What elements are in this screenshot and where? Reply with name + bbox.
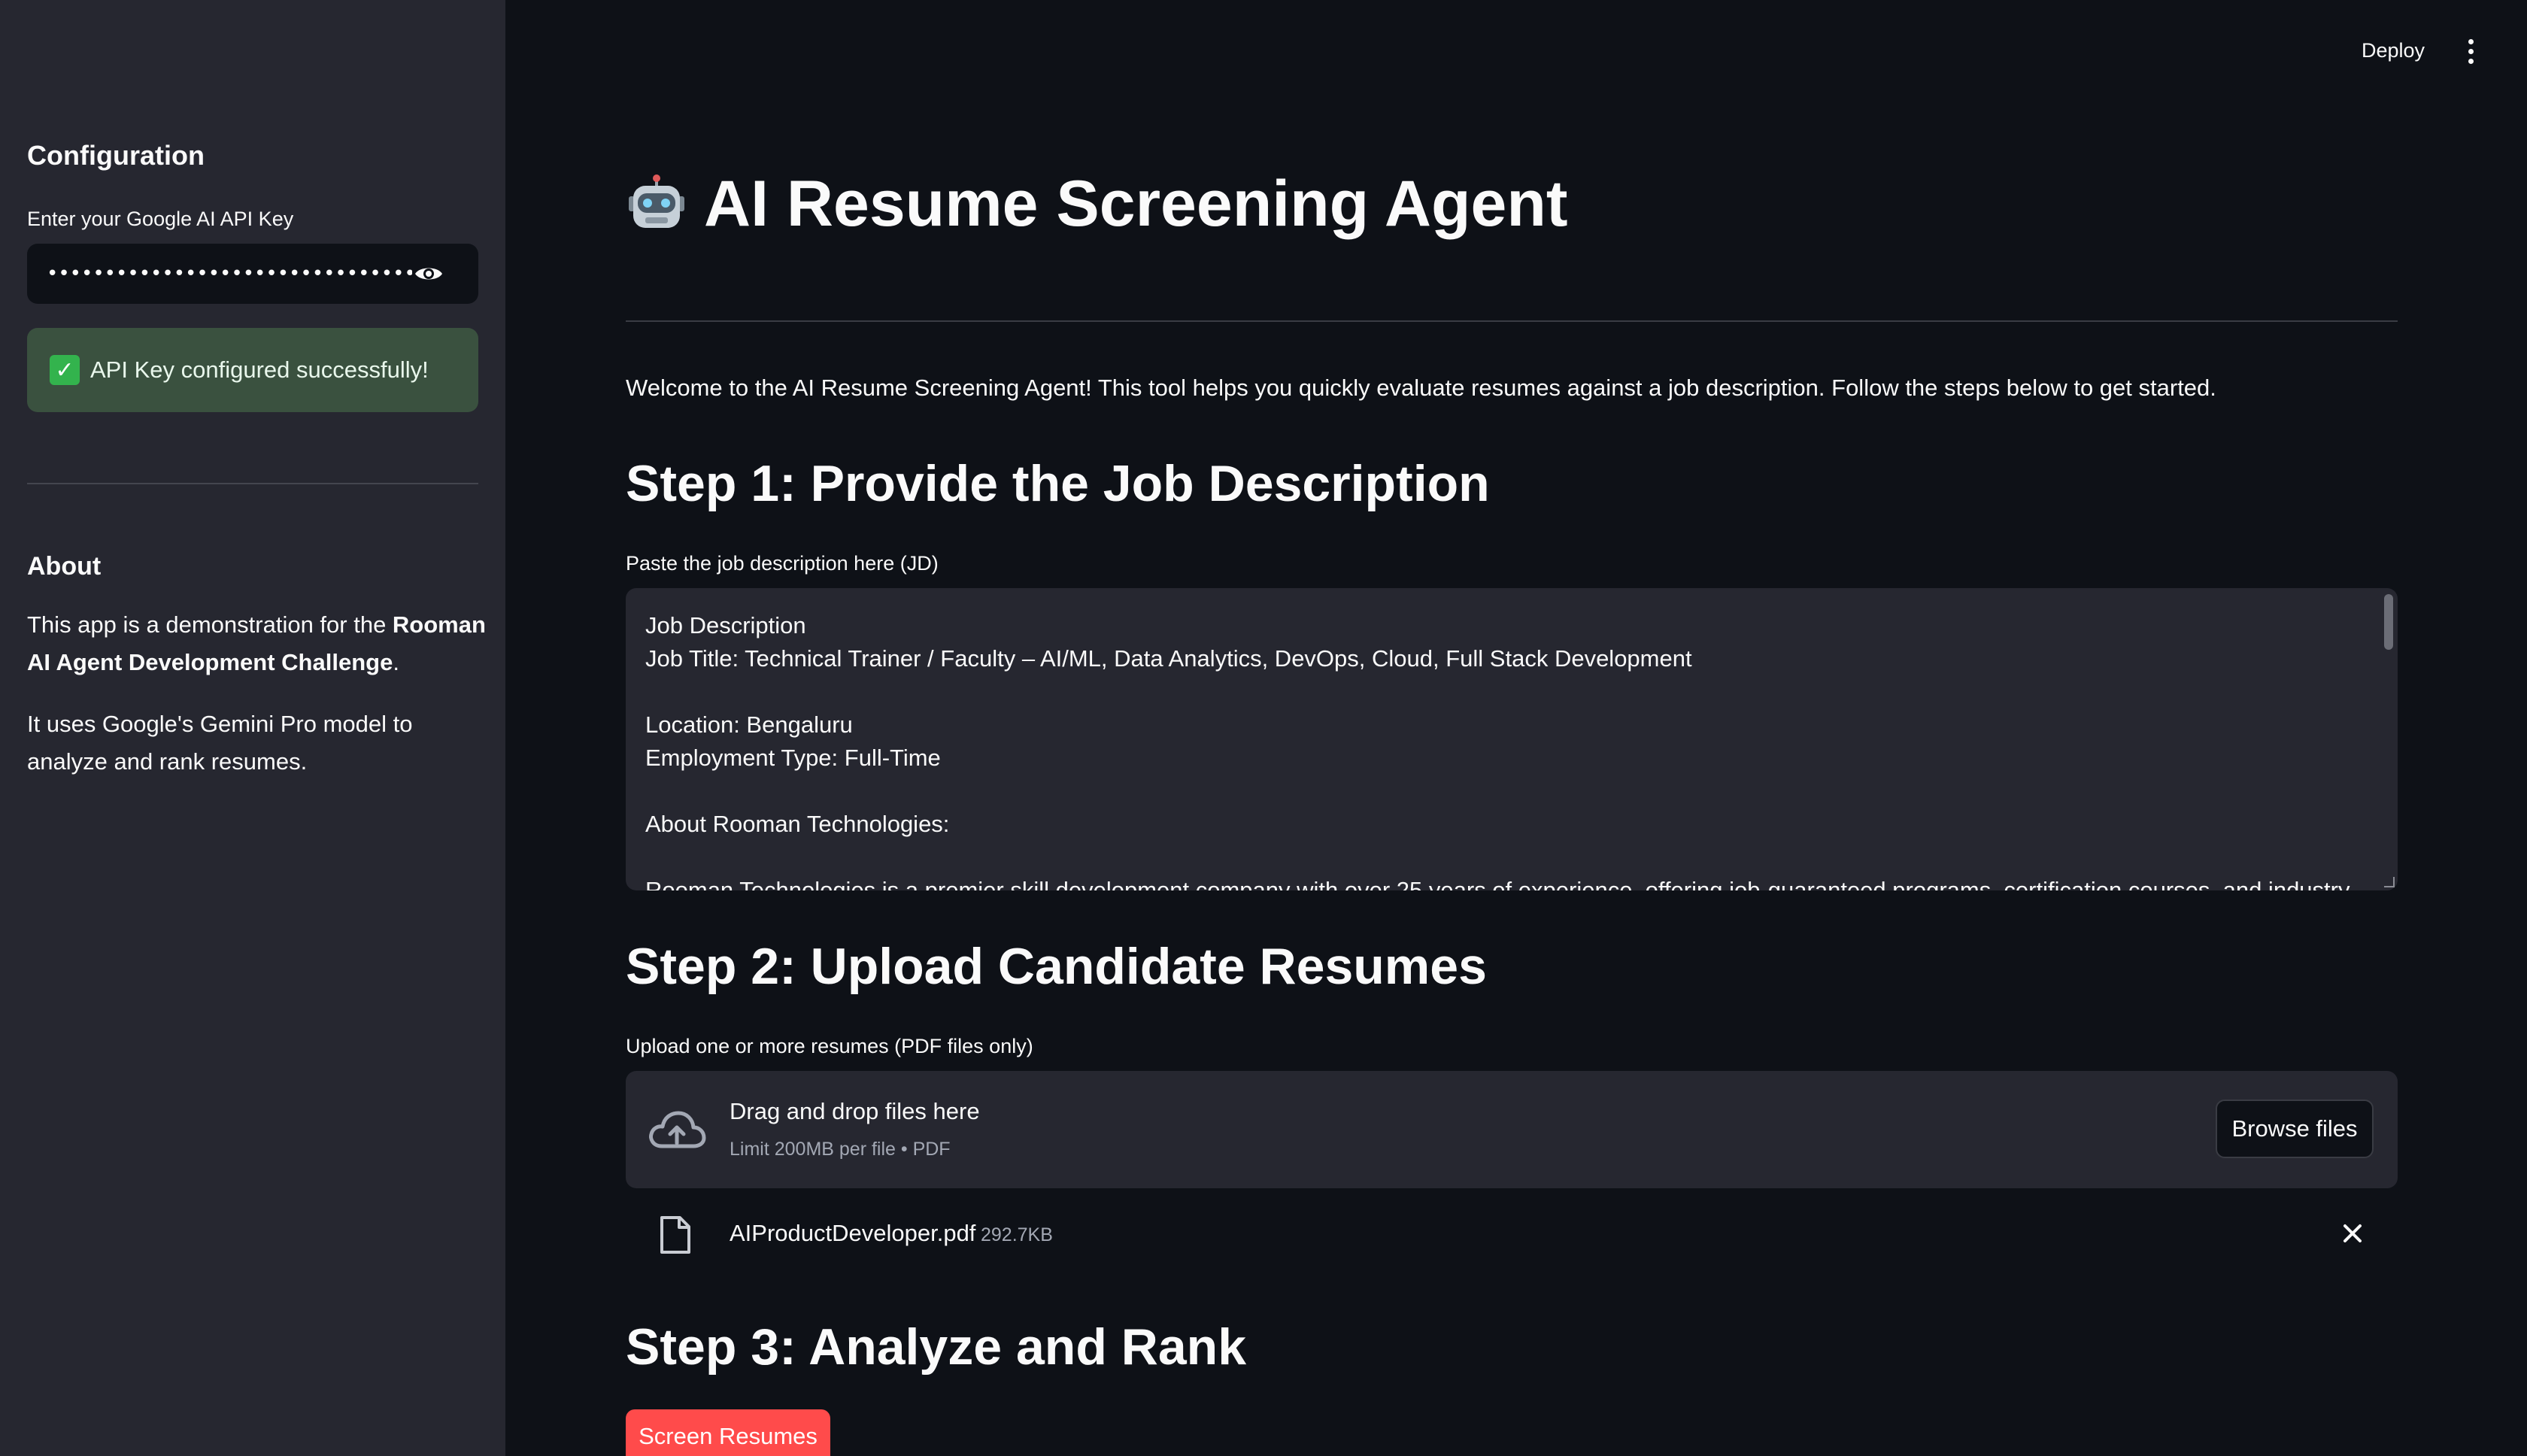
drag-drop-text: Drag and drop files here (730, 1098, 980, 1124)
step3-heading: Step 3: Analyze and Rank (626, 1318, 1247, 1376)
resize-handle-icon[interactable] (2384, 877, 2395, 887)
page-title-text: AI Resume Screening Agent (704, 168, 1568, 240)
about-text-end: . (393, 649, 399, 675)
about-title: About (27, 552, 102, 581)
textarea-scrollbar[interactable] (2384, 594, 2393, 650)
deploy-button[interactable]: Deploy (2354, 35, 2432, 67)
success-alert: ✓ API Key configured successfully! (27, 328, 478, 412)
robot-icon (629, 174, 684, 228)
more-vertical-icon[interactable] (2459, 35, 2482, 68)
sidebar-title: Configuration (27, 140, 205, 171)
about-model-text: It uses Google's Gemini Pro model to ana… (27, 711, 413, 775)
sidebar-divider (27, 483, 478, 484)
about-text: This app is a demonstration for the Room… (27, 606, 486, 681)
title-divider (626, 320, 2398, 322)
welcome-text: Welcome to the AI Resume Screening Agent… (626, 375, 2216, 401)
file-name: AIProductDeveloper.pdf (730, 1220, 976, 1246)
app-root: Configuration Enter your Google AI API K… (0, 0, 2527, 1456)
jd-label: Paste the job description here (JD) (626, 552, 939, 575)
jd-line: Employment Type: Full-Time (645, 745, 941, 771)
about-text-part: This app is a demonstration for the (27, 611, 393, 638)
file-limit-text: Limit 200MB per file • PDF (730, 1139, 951, 1160)
file-size: 292.7KB (981, 1224, 1053, 1245)
jd-line (645, 841, 2378, 874)
upload-label: Upload one or more resumes (PDF files on… (626, 1035, 1033, 1057)
cloud-upload-icon (649, 1111, 706, 1148)
success-message: API Key configured successfully! (90, 356, 429, 383)
jd-line (645, 675, 2378, 708)
browse-files-button[interactable]: Browse files (2216, 1100, 2374, 1158)
jd-line: About Rooman Technologies: (645, 811, 950, 837)
file-icon (660, 1216, 690, 1254)
page-title: AI Resume Screening Agent (626, 167, 1568, 241)
eye-icon[interactable] (412, 257, 445, 290)
uploaded-file-row: AIProductDeveloper.pdf 292.7KB (626, 1203, 2398, 1266)
api-key-input[interactable]: •••••••••••••••••••••••••••••••••••••• (47, 262, 412, 285)
job-description-textarea[interactable]: Job Description Job Title: Technical Tra… (626, 588, 2398, 890)
file-dropzone[interactable]: Drag and drop files here Limit 200MB per… (626, 1071, 2398, 1188)
jd-line: Job Title: Technical Trainer / Faculty –… (645, 645, 1692, 672)
close-icon[interactable] (2337, 1218, 2368, 1248)
jd-line: Location: Bengaluru (645, 711, 853, 738)
sidebar: Configuration Enter your Google AI API K… (0, 0, 505, 1456)
step1-heading: Step 1: Provide the Job Description (626, 455, 1490, 512)
check-mark-icon: ✓ (50, 355, 80, 385)
api-key-field[interactable]: •••••••••••••••••••••••••••••••••••••• (27, 244, 478, 304)
api-key-label: Enter your Google AI API Key (27, 208, 294, 230)
screen-resumes-button[interactable]: Screen Resumes (626, 1409, 830, 1456)
jd-line: Job Description (645, 612, 806, 639)
step2-heading: Step 2: Upload Candidate Resumes (626, 938, 1487, 995)
jd-line: Rooman Technologies is a premier skill d… (645, 877, 2350, 890)
jd-line (645, 775, 2378, 808)
